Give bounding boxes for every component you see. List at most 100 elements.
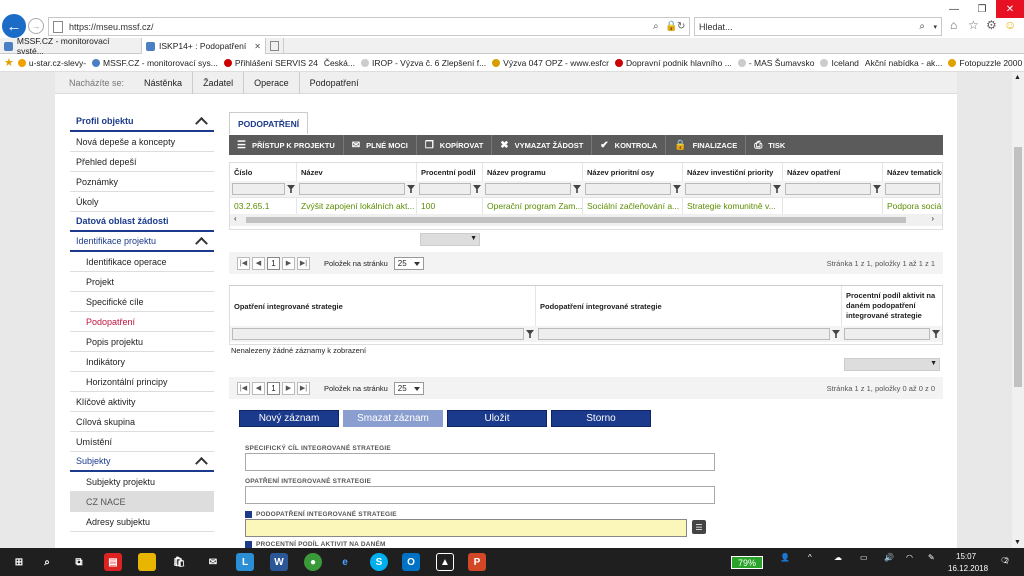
smiley-icon[interactable]: ☺ (1004, 18, 1016, 32)
sidebar-item[interactable]: Identifikace operace (70, 252, 214, 272)
favorite-link[interactable]: Česká... (324, 58, 355, 68)
sidebar-item[interactable]: Indikátory (70, 352, 214, 372)
column-header[interactable]: Název prioritní osy (583, 163, 683, 181)
favorite-link[interactable]: Fotopuzzle 2000 dílků s dár... (948, 58, 1024, 68)
sidebar-item[interactable]: Klíčové aktivity (70, 392, 214, 412)
back-button[interactable]: ← (2, 14, 26, 38)
filter-funnel-icon[interactable] (673, 185, 681, 193)
skype-icon[interactable]: S (370, 553, 388, 571)
sidebar-item[interactable]: Horizontální principy (70, 372, 214, 392)
filter-funnel-icon[interactable] (407, 185, 415, 193)
column-header[interactable]: Opatření integrované strategie (230, 286, 536, 326)
maximize-button[interactable]: ❐ (968, 0, 996, 18)
per-page-select[interactable]: 25 (393, 256, 424, 270)
chevron-up-icon[interactable] (195, 116, 208, 130)
scroll-thumb[interactable] (246, 217, 906, 223)
cancel-button[interactable]: Storno (551, 410, 651, 427)
favorites-star-icon[interactable]: ☆ (968, 18, 979, 32)
filter-input[interactable] (685, 183, 771, 195)
sidebar-item[interactable]: Subjekty projektu (70, 472, 214, 492)
favorite-link[interactable]: Dopravní podnik hlavního ... (614, 58, 732, 68)
first-page-icon[interactable]: |◀ (237, 256, 250, 270)
filter-funnel-icon[interactable] (526, 330, 534, 338)
powerpoint-icon[interactable]: P (468, 553, 486, 571)
tab-mssf[interactable]: MSSF.CZ - monitorovací systé... (0, 36, 142, 56)
sidebar-section-identifikace[interactable]: Identifikace projektu (70, 232, 214, 252)
breadcrumb-item[interactable]: Operace (244, 71, 300, 94)
scroll-up-icon[interactable]: ▲ (1014, 74, 1021, 81)
people-tray-icon[interactable]: 👤 (780, 553, 790, 562)
filter-funnel-icon[interactable] (573, 185, 581, 193)
filter-funnel-icon[interactable] (773, 185, 781, 193)
file-explorer-icon[interactable] (138, 553, 156, 571)
column-header[interactable]: Název (297, 163, 417, 181)
search-icon[interactable]: ⌕ (38, 553, 56, 571)
column-select[interactable]: ▼ (844, 358, 940, 371)
close-window-button[interactable]: ✕ (996, 0, 1024, 18)
tisk-button[interactable]: ⎙ TISK (746, 135, 793, 155)
favorite-link[interactable]: Přihlášení SERVIS 24 (223, 58, 318, 68)
scroll-left-icon[interactable]: ‹ (234, 214, 237, 223)
edge-ie-icon[interactable]: e (336, 553, 354, 571)
prev-page-icon[interactable]: ◀ (252, 256, 265, 270)
vertical-scrollbar[interactable]: ▲ ▼ (1012, 72, 1024, 548)
column-header[interactable]: Procentní podíl (417, 163, 483, 181)
column-header[interactable]: Název tematického (883, 163, 942, 181)
horizontal-scrollbar[interactable]: ‹ › (230, 214, 942, 226)
address-bar[interactable]: https://mseu.mssf.cz/ ⌕ 🔒 ↻ (48, 17, 690, 36)
filter-input[interactable] (299, 183, 405, 195)
home-icon[interactable]: ⌂ (950, 18, 957, 32)
sidebar-item[interactable]: Popis projektu (70, 332, 214, 352)
last-page-icon[interactable]: ▶| (297, 256, 310, 270)
filter-input[interactable] (585, 183, 671, 195)
delete-record-button[interactable]: Smazat záznam (343, 410, 443, 427)
filter-funnel-icon[interactable] (287, 185, 295, 193)
first-page-icon[interactable]: |◀ (237, 381, 250, 395)
sidebar-section-subjekty[interactable]: Subjekty (70, 452, 214, 472)
kontrola-button[interactable]: ✔ KONTROLA (592, 135, 667, 155)
prev-page-icon[interactable]: ◀ (252, 381, 265, 395)
mail-icon[interactable]: ✉ (204, 553, 222, 571)
sidebar-item[interactable]: Nová depeše a koncepty (70, 132, 214, 152)
next-page-icon[interactable]: ▶ (282, 381, 295, 395)
favorite-link[interactable]: MSSF.CZ - monitorovací sys... (92, 58, 218, 68)
forward-button[interactable]: → (28, 18, 44, 34)
favorite-link[interactable]: Výzva 047 OPZ - www.esfcr (492, 58, 609, 68)
vymazat-button[interactable]: ✖ VYMAZAT ŽÁDOST (492, 135, 593, 155)
sidebar-item[interactable]: Úkoly (70, 192, 214, 212)
new-tab-button[interactable] (266, 38, 284, 54)
onedrive-icon[interactable]: ☁ (834, 553, 842, 562)
volume-icon[interactable]: 🔊 (884, 553, 894, 562)
save-button[interactable]: Uložit (447, 410, 547, 427)
scroll-right-icon[interactable]: › (931, 214, 934, 223)
sidebar-item[interactable]: Projekt (70, 272, 214, 292)
sidebar-section-profil[interactable]: Profil objektu (70, 112, 214, 132)
app-icon-red[interactable]: ▤ (104, 553, 122, 571)
windows-start-icon[interactable]: ⊞ (10, 553, 28, 571)
tray-chevron-icon[interactable]: ^ (808, 553, 812, 562)
finalizace-button[interactable]: 🔒 FINALIZACE (666, 135, 747, 155)
chevron-up-icon[interactable] (195, 456, 208, 470)
app-l-icon[interactable]: L (236, 553, 254, 571)
filter-input[interactable] (232, 328, 524, 340)
favorite-link[interactable]: IROP - Výzva č. 6 Zlepšení f... (361, 58, 486, 68)
favorite-link[interactable]: - MAS Šumavsko (737, 58, 814, 68)
sidebar-item[interactable]: Cílová skupina (70, 412, 214, 432)
sidebar-item[interactable]: Specifické cíle (70, 292, 214, 312)
store-icon[interactable]: 🛍 (170, 553, 188, 571)
column-header[interactable]: Podopatření integrované strategie (536, 286, 842, 326)
tab-podopatreni[interactable]: PODOPATŘENÍ (229, 112, 309, 134)
wifi-icon[interactable]: ◠ (906, 553, 913, 562)
favorite-link[interactable]: Iceland (820, 58, 859, 68)
filter-funnel-icon[interactable] (832, 330, 840, 338)
list-picker-button[interactable]: ☰ (692, 520, 706, 534)
podopatreni-field[interactable] (245, 519, 687, 537)
clock-time[interactable]: 15:07 (956, 552, 976, 561)
plne-moci-button[interactable]: ✉ PLNÉ MOCI (344, 135, 417, 155)
search-dropdown-icon[interactable]: ▾ (933, 23, 937, 31)
column-header[interactable]: Číslo (230, 163, 297, 181)
filter-input[interactable] (419, 183, 471, 195)
clock-date[interactable]: 16.12.2018 (948, 564, 988, 573)
outlook-icon[interactable]: O (402, 553, 420, 571)
scroll-down-icon[interactable]: ▼ (1014, 539, 1021, 546)
